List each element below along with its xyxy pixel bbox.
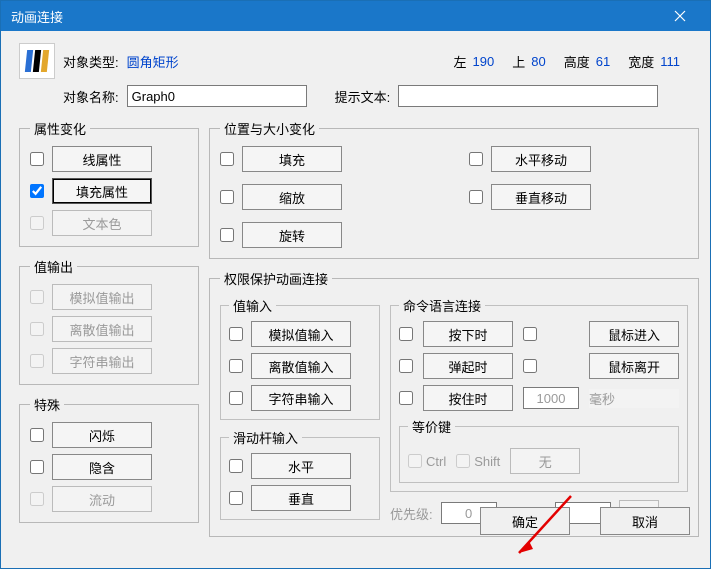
btn-discrete-out: 离散值输出 (52, 316, 152, 342)
priority-label: 优先级: (390, 504, 433, 523)
group-perm: 权限保护动画连接 值输入 模拟值输入 离散值输入 字符串输入 滑动杆输入 (209, 269, 699, 537)
tip-text-label: 提示文本: (335, 87, 391, 106)
btn-release[interactable]: 弹起时 (423, 353, 513, 379)
chk-mouse-enter[interactable] (523, 327, 537, 341)
chk-flow (30, 492, 44, 506)
btn-press[interactable]: 按下时 (423, 321, 513, 347)
group-equiv-key-legend: 等价键 (408, 417, 455, 436)
btn-equiv-none: 无 (510, 448, 580, 474)
group-perm-legend: 权限保护动画连接 (220, 269, 332, 288)
chk-hmove[interactable] (469, 152, 483, 166)
btn-discrete-in[interactable]: 离散值输入 (251, 353, 351, 379)
chk-slider-v[interactable] (229, 491, 243, 505)
btn-scale[interactable]: 缩放 (242, 184, 342, 210)
btn-analog-in[interactable]: 模拟值输入 (251, 321, 351, 347)
chk-line-attr[interactable] (30, 152, 44, 166)
chk-scale[interactable] (220, 190, 234, 204)
top-value: 80 (531, 54, 545, 69)
chk-analog-in[interactable] (229, 327, 243, 341)
height-value: 61 (596, 54, 610, 69)
btn-flow: 流动 (52, 486, 152, 512)
hold-ms-input (523, 387, 579, 409)
group-slider-in: 滑动杆输入 水平 垂直 (220, 428, 380, 520)
left-label: 左 (454, 52, 467, 71)
chk-mouse-leave[interactable] (523, 359, 537, 373)
close-button[interactable] (660, 1, 700, 31)
chk-release[interactable] (399, 359, 413, 373)
btn-text-color: 文本色 (52, 210, 152, 236)
btn-hmove[interactable]: 水平移动 (491, 146, 591, 172)
group-pos-size-legend: 位置与大小变化 (220, 119, 319, 138)
btn-line-attr[interactable]: 线属性 (52, 146, 152, 172)
group-special: 特殊 闪烁 隐含 流动 (19, 395, 199, 523)
left-value: 190 (473, 54, 495, 69)
group-equiv-key: 等价键 Ctrl Shift 无 (399, 417, 679, 483)
group-attr-change: 属性变化 线属性 填充属性 文本色 (19, 119, 199, 247)
object-type-label: 对象类型: (63, 52, 119, 71)
width-label: 宽度 (628, 52, 654, 71)
ctrl-label: Ctrl (426, 454, 446, 469)
shift-label: Shift (474, 454, 500, 469)
chk-rotate[interactable] (220, 228, 234, 242)
chk-press[interactable] (399, 327, 413, 341)
btn-string-in[interactable]: 字符串输入 (251, 385, 351, 411)
btn-blink[interactable]: 闪烁 (52, 422, 152, 448)
group-value-out: 值输出 模拟值输出 离散值输出 字符串输出 (19, 257, 199, 385)
group-value-in-legend: 值输入 (229, 296, 276, 315)
group-slider-in-legend: 滑动杆输入 (229, 428, 302, 447)
cancel-button[interactable]: 取消 (600, 507, 690, 535)
chk-discrete-in[interactable] (229, 359, 243, 373)
chk-hold[interactable] (399, 391, 413, 405)
btn-mouse-enter[interactable]: 鼠标进入 (589, 321, 679, 347)
chk-fill[interactable] (220, 152, 234, 166)
group-cmd-lang-legend: 命令语言连接 (399, 296, 485, 315)
group-attr-change-legend: 属性变化 (30, 119, 90, 138)
top-label: 上 (512, 52, 525, 71)
chk-shift (456, 454, 470, 468)
chk-hide[interactable] (30, 460, 44, 474)
btn-analog-out: 模拟值输出 (52, 284, 152, 310)
btn-slider-v[interactable]: 垂直 (251, 485, 351, 511)
chk-fill-attr[interactable] (30, 184, 44, 198)
chk-string-out (30, 354, 44, 368)
chk-text-color (30, 216, 44, 230)
btn-fill-attr[interactable]: 填充属性 (52, 178, 152, 204)
chk-ctrl (408, 454, 422, 468)
btn-hide[interactable]: 隐含 (52, 454, 152, 480)
titlebar: 动画连接 (1, 1, 710, 31)
btn-string-out: 字符串输出 (52, 348, 152, 374)
btn-hold[interactable]: 按住时 (423, 385, 513, 411)
group-value-out-legend: 值输出 (30, 257, 77, 276)
group-cmd-lang: 命令语言连接 按下时 鼠标进入 弹起时 鼠标离开 (390, 296, 688, 492)
group-value-in: 值输入 模拟值输入 离散值输入 字符串输入 (220, 296, 380, 420)
object-name-input[interactable] (127, 85, 307, 107)
chk-vmove[interactable] (469, 190, 483, 204)
chk-discrete-out (30, 322, 44, 336)
group-special-legend: 特殊 (30, 395, 64, 414)
chk-analog-out (30, 290, 44, 304)
btn-rotate[interactable]: 旋转 (242, 222, 342, 248)
dialog-window: 动画连接 对象类型: 圆角矩形 左 190 上 80 高度 61 宽度 111 … (0, 0, 711, 569)
btn-vmove[interactable]: 垂直移动 (491, 184, 591, 210)
btn-fill[interactable]: 填充 (242, 146, 342, 172)
object-name-label: 对象名称: (63, 87, 119, 106)
chk-string-in[interactable] (229, 391, 243, 405)
chk-blink[interactable] (30, 428, 44, 442)
tip-text-input[interactable] (398, 85, 658, 107)
close-icon (674, 10, 686, 22)
dialog-title: 动画连接 (11, 7, 63, 26)
object-type-value: 圆角矩形 (127, 52, 179, 71)
btn-slider-h[interactable]: 水平 (251, 453, 351, 479)
ok-button[interactable]: 确定 (480, 507, 570, 535)
chk-slider-h[interactable] (229, 459, 243, 473)
height-label: 高度 (564, 52, 590, 71)
ms-label: 毫秒 (589, 389, 679, 408)
width-value: 111 (660, 54, 680, 69)
group-pos-size: 位置与大小变化 填充 水平移动 缩放 垂直移动 旋转 (209, 119, 699, 259)
btn-mouse-leave[interactable]: 鼠标离开 (589, 353, 679, 379)
app-logo-icon (19, 43, 55, 79)
